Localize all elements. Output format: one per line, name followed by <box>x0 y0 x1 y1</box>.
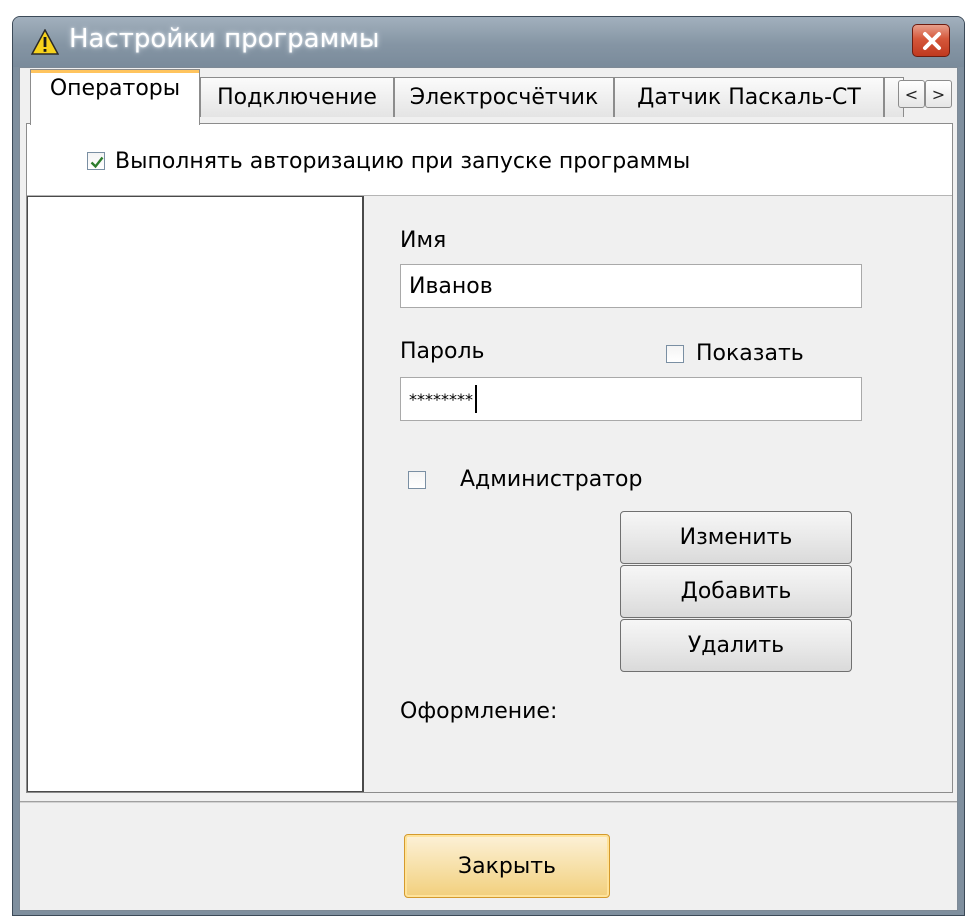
delete-button[interactable]: Удалить <box>620 619 852 672</box>
show-password-label: Показать <box>696 341 804 366</box>
tab-connection[interactable]: Подключение <box>200 77 394 117</box>
tab-pascal-sensor[interactable]: Датчик Паскаль-СТ <box>614 77 884 117</box>
window-title: Настройки программы <box>69 24 380 54</box>
edit-button[interactable]: Изменить <box>620 511 852 564</box>
administrator-checkbox[interactable] <box>408 470 426 489</box>
footer-separator <box>20 801 957 803</box>
password-input[interactable]: ******** <box>400 377 862 421</box>
chevron-left-icon: < <box>904 84 919 104</box>
administrator-label: Администратор <box>460 467 643 492</box>
operators-list[interactable] <box>27 196 364 792</box>
show-password-checkbox[interactable] <box>666 344 684 363</box>
close-dialog-button[interactable]: Закрыть <box>404 834 610 898</box>
check-mark-icon <box>90 156 104 169</box>
dialog-client-area: Операторы Подключение Электросчётчик Дат… <box>19 67 958 911</box>
show-password-option[interactable]: Показать <box>666 341 804 366</box>
name-input[interactable]: Иванов <box>400 264 862 308</box>
auth-on-start-option[interactable]: Выполнять авторизацию при запуске програ… <box>87 146 690 176</box>
name-input-value: Иванов <box>409 273 493 299</box>
tab-operators[interactable]: Операторы <box>30 69 200 125</box>
window-close-button[interactable] <box>912 24 950 57</box>
add-button[interactable]: Добавить <box>620 565 852 618</box>
tab-electricity-meter[interactable]: Электросчётчик <box>394 77 614 117</box>
auth-on-start-label: Выполнять авторизацию при запуске програ… <box>115 148 691 174</box>
password-label: Пароль <box>400 339 485 364</box>
settings-window: Настройки программы Операторы Подключени… <box>12 16 965 916</box>
appearance-label: Оформление: <box>400 699 558 724</box>
warning-icon <box>30 28 60 55</box>
tab-scroll-right-button[interactable]: > <box>925 80 952 108</box>
chevron-right-icon: > <box>931 84 946 104</box>
password-input-value: ******** <box>409 389 473 409</box>
administrator-option[interactable]: Администратор <box>408 467 642 492</box>
auth-on-start-checkbox[interactable] <box>87 152 105 170</box>
text-caret <box>475 385 477 413</box>
tab-strip: Операторы Подключение Электросчётчик Дат… <box>20 68 957 125</box>
name-label: Имя <box>400 228 447 253</box>
tab-scroll-left-button[interactable]: < <box>898 80 925 108</box>
operators-panel: Выполнять авторизацию при запуске програ… <box>26 123 953 793</box>
operator-editor: Имя Иванов Пароль Показать ******** Адми… <box>364 196 952 792</box>
title-bar[interactable]: Настройки программы <box>13 17 964 67</box>
